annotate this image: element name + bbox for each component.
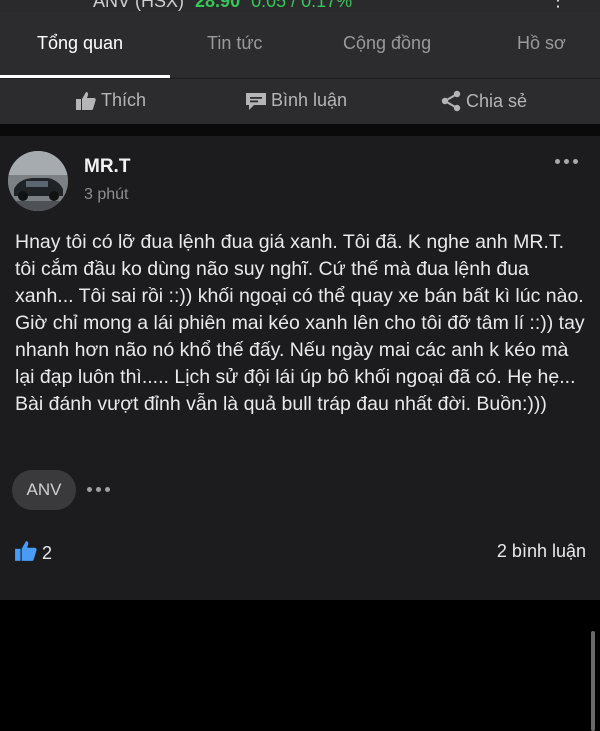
section-divider xyxy=(0,124,600,136)
comment-label: Bình luận xyxy=(271,90,348,110)
more-options-icon[interactable] xyxy=(554,156,580,166)
stock-ticker: ANV (HSX) 28.90 0.05 / 0.17% xyxy=(93,0,352,12)
like-count-value: 2 xyxy=(42,543,53,563)
like-button[interactable]: Thích xyxy=(75,90,146,111)
scrollbar[interactable] xyxy=(591,631,595,731)
tab-ho-so[interactable]: Hồ sơ xyxy=(517,33,566,54)
stock-ticker-bar: ANV (HSX) 28.90 0.05 / 0.17% ⋮ xyxy=(0,0,600,12)
tab-cong-dong[interactable]: Cộng đồng xyxy=(343,33,431,54)
tab-tin-tuc[interactable]: Tin tức xyxy=(207,33,262,54)
avatar[interactable] xyxy=(8,151,68,211)
ellipsis-vertical-icon[interactable]: ⋮ xyxy=(549,0,567,11)
comment-icon xyxy=(245,91,267,111)
ticker-price: 28.90 xyxy=(195,0,241,11)
more-tags-icon[interactable] xyxy=(87,486,111,494)
post-card: MR.T 3 phút Hnay tôi có lỡ đua lệnh đua … xyxy=(0,136,600,731)
ticker-symbol: ANV (HSX) xyxy=(93,0,185,11)
thumbs-up-filled-icon xyxy=(14,540,38,567)
tab-tong-quan[interactable]: Tổng quan xyxy=(37,33,123,54)
like-label: Thích xyxy=(101,90,147,110)
thumbs-up-icon xyxy=(75,91,97,111)
share-label: Chia sẻ xyxy=(466,90,528,111)
comment-button[interactable]: Bình luận xyxy=(245,90,347,111)
post-author[interactable]: MR.T xyxy=(84,156,130,178)
tab-bar: Tổng quan Tin tức Cộng đồng Hồ sơ xyxy=(0,12,600,78)
post-content: Hnay tôi có lỡ đua lệnh đua giá xanh. Tô… xyxy=(15,231,585,415)
comment-count[interactable]: 2 bình luận xyxy=(497,541,586,562)
stock-tag[interactable]: ANV xyxy=(12,470,76,510)
post-actions-bar: Thích Bình luận Chia sẻ xyxy=(0,78,600,125)
post-time: 3 phút xyxy=(84,186,129,203)
like-count[interactable]: 2 xyxy=(14,540,52,567)
ticker-change: 0.05 / 0.17% xyxy=(251,0,353,11)
share-icon xyxy=(440,90,462,112)
share-button[interactable]: Chia sẻ xyxy=(440,90,527,112)
